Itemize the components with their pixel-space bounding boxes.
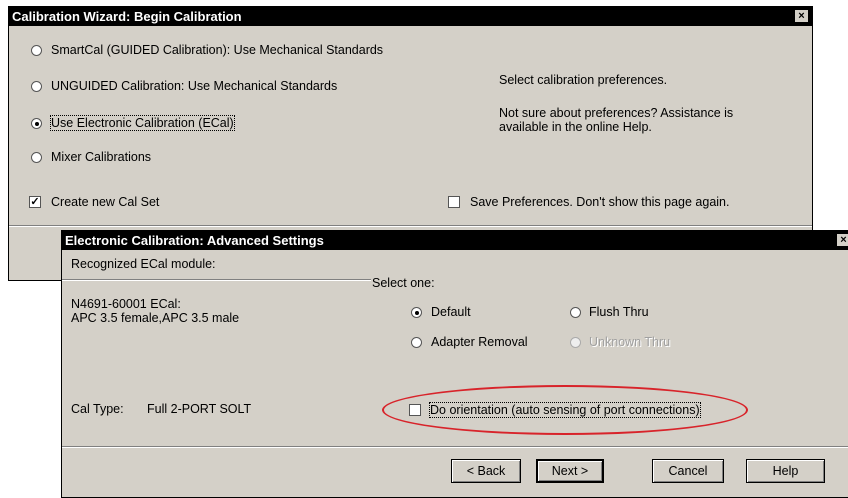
- ecal-radio[interactable]: [31, 118, 42, 129]
- adapter-removal-label: Adapter Removal: [431, 335, 528, 349]
- create-cal-set-label: Create new Cal Set: [51, 195, 160, 209]
- cancel-button-label: Cancel: [668, 464, 708, 478]
- help-button-label: Help: [772, 464, 799, 478]
- recognized-divider: [62, 279, 371, 281]
- flush-thru-radio[interactable]: [570, 307, 581, 318]
- mixer-label: Mixer Calibrations: [51, 150, 152, 164]
- cal-type-value: Full 2-PORT SOLT: [147, 402, 252, 416]
- cancel-button[interactable]: Cancel: [652, 459, 724, 483]
- wizard-close-icon[interactable]: ×: [795, 10, 808, 22]
- help-hint-line2: available in the online Help.: [499, 120, 652, 134]
- wizard-divider: [9, 225, 812, 227]
- unguided-label: UNGUIDED Calibration: Use Mechanical Sta…: [51, 79, 338, 93]
- wizard-title: Calibration Wizard: Begin Calibration: [12, 9, 242, 24]
- mixer-radio[interactable]: [31, 152, 42, 163]
- ecal-label: Use Electronic Calibration (ECal): [50, 115, 235, 131]
- module-name: N4691-60001 ECal:: [71, 297, 181, 311]
- help-button[interactable]: Help: [746, 459, 825, 483]
- smartcal-label: SmartCal (GUIDED Calibration): Use Mecha…: [51, 43, 384, 57]
- orientation-highlight-ellipse: [382, 385, 748, 435]
- ecal-title: Electronic Calibration: Advanced Setting…: [65, 233, 324, 248]
- ecal-titlebar: Electronic Calibration: Advanced Setting…: [62, 231, 848, 250]
- unknown-thru-radio: [570, 337, 581, 348]
- back-button-label: < Back: [466, 464, 506, 478]
- unknown-thru-label: Unknown Thru: [589, 335, 671, 349]
- back-button[interactable]: < Back: [451, 459, 521, 483]
- module-connectors: APC 3.5 female,APC 3.5 male: [71, 311, 240, 325]
- cal-type-label: Cal Type:: [71, 402, 124, 416]
- default-thru-label: Default: [431, 305, 471, 319]
- save-preferences-label: Save Preferences. Don't show this page a…: [470, 195, 730, 209]
- unguided-radio[interactable]: [31, 81, 42, 92]
- smartcal-radio[interactable]: [31, 45, 42, 56]
- recognized-module-label: Recognized ECal module:: [71, 257, 216, 271]
- wizard-titlebar: Calibration Wizard: Begin Calibration ×: [9, 7, 812, 26]
- preferences-info-text: Select calibration preferences.: [499, 73, 668, 87]
- next-button[interactable]: Next >: [536, 459, 604, 483]
- flush-thru-label: Flush Thru: [589, 305, 649, 319]
- help-hint-line1: Not sure about preferences? Assistance i…: [499, 106, 734, 120]
- button-bar-divider: [62, 446, 848, 448]
- ecal-advanced-settings-window: Electronic Calibration: Advanced Setting…: [61, 230, 848, 498]
- select-one-label: Select one:: [372, 276, 435, 290]
- next-button-label: Next >: [551, 464, 589, 478]
- save-preferences-checkbox[interactable]: [448, 196, 460, 208]
- ecal-close-icon[interactable]: ×: [837, 234, 848, 246]
- adapter-removal-radio[interactable]: [411, 337, 422, 348]
- create-cal-set-checkbox[interactable]: ✓: [29, 196, 41, 208]
- default-thru-radio[interactable]: [411, 307, 422, 318]
